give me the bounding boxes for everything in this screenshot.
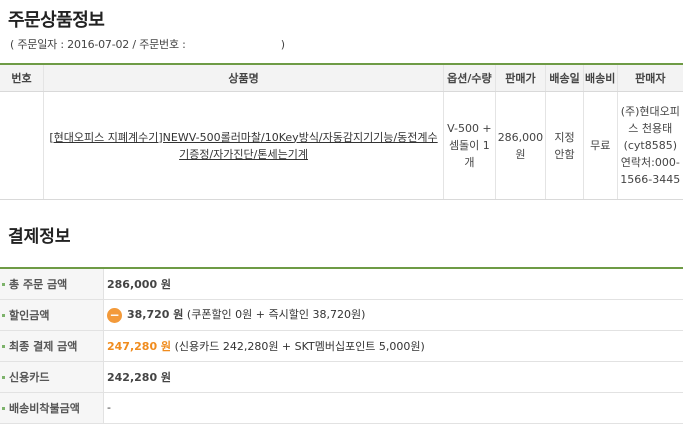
header-price: 판매가 (494, 63, 546, 92)
payment-label-text: 할인금액 (9, 308, 50, 322)
payment-label-text: 배송비착불금액 (9, 401, 80, 415)
payment-row-credit-card: 신용카드 242,280 원 (0, 361, 683, 393)
order-meta-prefix: ( 주문일자 : 2016-07-02 / 주문번호 : (10, 38, 186, 51)
cell-price: 286,000 원 (494, 91, 546, 200)
discount-detail: (쿠폰할인 0원 + 즉시할인 38,720원) (186, 308, 366, 322)
cell-option: V-500 + 셈돌이 1개 (443, 91, 496, 200)
header-product-name: 상품명 (43, 63, 444, 92)
payment-row-total: 총 주문 금액 286,000 원 (0, 267, 683, 300)
order-items-title: 주문상품정보 (8, 10, 105, 31)
header-no: 번호 (0, 63, 44, 92)
bullet-icon (2, 407, 5, 410)
payment-value: 242,280 원 (103, 361, 683, 393)
payment-value: - (103, 392, 683, 424)
total-amount: 286,000 원 (107, 277, 172, 291)
payment-info-title: 결제정보 (8, 227, 71, 247)
order-items-table: 번호 상품명 옵션/수량 판매가 배송일 배송비 판매자 [현대오피스 지폐계수… (0, 63, 683, 200)
final-amount: 247,280 원 (107, 339, 172, 353)
cell-delivery: 지정 안함 (545, 91, 584, 200)
header-shipping-fee: 배송비 (582, 63, 618, 92)
payment-label: 총 주문 금액 (0, 267, 104, 300)
minus-icon: − (107, 307, 122, 323)
bullet-icon (2, 314, 5, 317)
bullet-icon (2, 376, 5, 379)
table-row: [현대오피스 지폐계수기]NEWV-500롤러마찰/10Key방식/자동감지기기… (0, 91, 683, 200)
payment-label: 신용카드 (0, 361, 104, 393)
discount-amount: 38,720 원 (127, 308, 184, 322)
payment-row-discount: 할인금액 −38,720 원 (쿠폰할인 0원 + 즉시할인 38,720원) (0, 299, 683, 331)
payment-label-text: 총 주문 금액 (9, 277, 68, 291)
cell-seller: (주)현대오피스 천용태 (cyt8585) 연락처:000-1566-3445 (616, 91, 683, 200)
cell-no (0, 91, 44, 200)
cell-shipping: 무료 (582, 91, 618, 200)
payment-row-cod-shipping: 배송비착불금액 - (0, 392, 683, 424)
header-delivery-date: 배송일 (545, 63, 584, 92)
product-name-link[interactable]: [현대오피스 지폐계수기]NEWV-500롤러마찰/10Key방식/자동감지기기… (49, 131, 437, 161)
cod-shipping-amount: - (107, 401, 111, 414)
payment-row-final: 최종 결제 금액 247,280 원 (신용카드 242,280원 + SKT멤… (0, 330, 683, 362)
payment-value: −38,720 원 (쿠폰할인 0원 + 즉시할인 38,720원) (103, 299, 683, 331)
bullet-icon (2, 345, 5, 348)
cell-product-name: [현대오피스 지폐계수기]NEWV-500롤러마찰/10Key방식/자동감지기기… (43, 91, 444, 200)
order-detail-page: 주문상품정보 ( 주문일자 : 2016-07-02 / 주문번호 :) 번호 … (0, 0, 683, 425)
header-option-qty: 옵션/수량 (443, 63, 496, 92)
final-detail: (신용카드 242,280원 + SKT멤버십포인트 5,000원) (174, 339, 425, 353)
payment-label-text: 신용카드 (9, 370, 50, 384)
payment-value: 247,280 원 (신용카드 242,280원 + SKT멤버십포인트 5,0… (103, 330, 683, 362)
items-header-row: 번호 상품명 옵션/수량 판매가 배송일 배송비 판매자 (0, 63, 683, 92)
payment-label: 최종 결제 금액 (0, 330, 104, 362)
payment-value: 286,000 원 (103, 267, 683, 300)
bullet-icon (2, 283, 5, 287)
credit-card-amount: 242,280 원 (107, 370, 172, 384)
payment-table: 총 주문 금액 286,000 원 할인금액 −38,720 원 (쿠폰할인 0… (0, 267, 683, 424)
payment-label: 배송비착불금액 (0, 392, 104, 424)
order-meta: ( 주문일자 : 2016-07-02 / 주문번호 :) (10, 36, 285, 52)
header-seller: 판매자 (616, 63, 683, 92)
order-meta-suffix: ) (280, 38, 285, 51)
payment-label: 할인금액 (0, 299, 104, 331)
payment-label-text: 최종 결제 금액 (9, 339, 78, 353)
